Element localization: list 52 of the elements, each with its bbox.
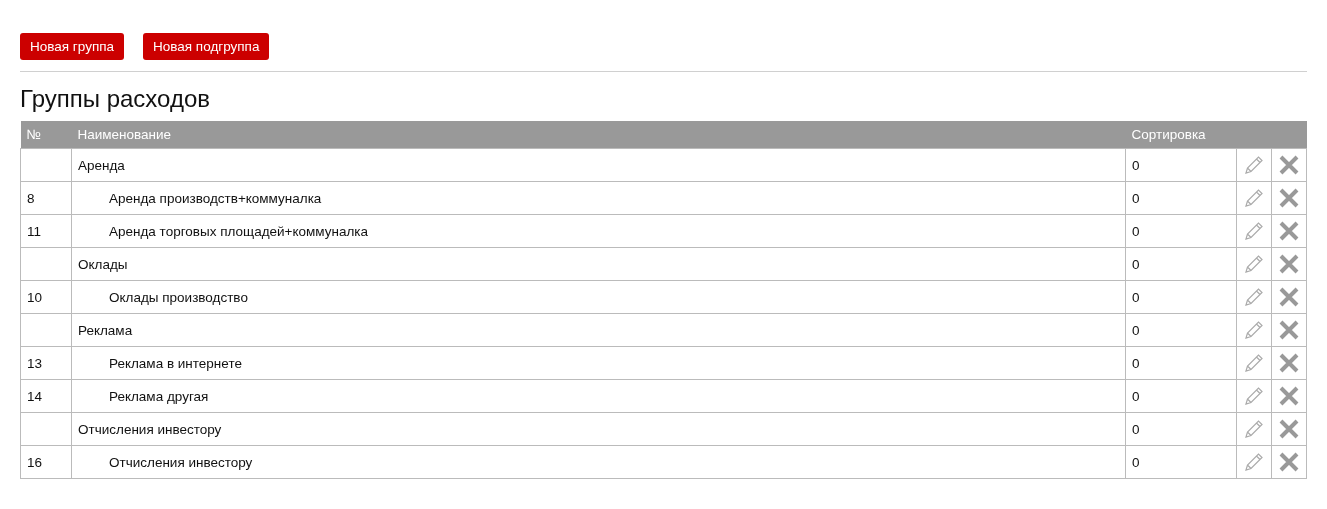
table-cell: Оклады xyxy=(71,247,1126,281)
pencil-icon[interactable] xyxy=(1243,154,1265,176)
table-cell: 0 xyxy=(1125,181,1237,215)
pencil-icon[interactable] xyxy=(1243,286,1265,308)
delete-icon[interactable] xyxy=(1278,286,1300,308)
table-cell: 11 xyxy=(20,214,72,248)
table-cell: 0 xyxy=(1125,148,1237,182)
delete-icon[interactable] xyxy=(1278,451,1300,473)
column-header: Сортировка xyxy=(1125,121,1237,149)
pencil-icon[interactable] xyxy=(1243,451,1265,473)
delete-icon[interactable] xyxy=(1278,220,1300,242)
column-header: Наименование xyxy=(71,121,1126,149)
table-cell: 0 xyxy=(1125,313,1237,347)
column-header: № xyxy=(20,121,72,149)
pencil-icon[interactable] xyxy=(1243,253,1265,275)
table-cell: 0 xyxy=(1125,247,1237,281)
table-cell: Отчисления инвестору xyxy=(71,445,1126,479)
table-cell: Реклама в интернете xyxy=(71,346,1126,380)
table-cell: 8 xyxy=(20,181,72,215)
pencil-icon[interactable] xyxy=(1243,385,1265,407)
table-cell: Отчисления инвестору xyxy=(71,412,1126,446)
pencil-icon[interactable] xyxy=(1243,220,1265,242)
delete-icon[interactable] xyxy=(1278,385,1300,407)
table-cell: 14 xyxy=(20,379,72,413)
table-cell: 0 xyxy=(1125,280,1237,314)
table-cell: 0 xyxy=(1125,445,1237,479)
table-cell: Аренда xyxy=(71,148,1126,182)
table-cell: Оклады производство xyxy=(71,280,1126,314)
delete-icon[interactable] xyxy=(1278,418,1300,440)
table-cell: 13 xyxy=(20,346,72,380)
page-title: Группы расходов xyxy=(20,85,211,113)
delete-icon[interactable] xyxy=(1278,253,1300,275)
delete-icon[interactable] xyxy=(1278,319,1300,341)
table-cell: Реклама xyxy=(71,313,1126,347)
pencil-icon[interactable] xyxy=(1243,187,1265,209)
table-cell: 0 xyxy=(1125,412,1237,446)
delete-icon[interactable] xyxy=(1278,187,1300,209)
pencil-icon[interactable] xyxy=(1243,418,1265,440)
table-cell: 0 xyxy=(1125,346,1237,380)
pencil-icon[interactable] xyxy=(1243,352,1265,374)
table-cell: Аренда производств+коммуналка xyxy=(71,181,1126,215)
table-cell: Реклама другая xyxy=(71,379,1126,413)
pencil-icon[interactable] xyxy=(1243,319,1265,341)
delete-icon[interactable] xyxy=(1278,154,1300,176)
action-button[interactable]: Новая подгруппа xyxy=(143,33,270,60)
table-cell: 0 xyxy=(1125,214,1237,248)
action-button[interactable]: Новая группа xyxy=(20,33,124,60)
table-cell: 10 xyxy=(20,280,72,314)
table-cell: Аренда торговых площадей+коммуналка xyxy=(71,214,1126,248)
delete-icon[interactable] xyxy=(1278,352,1300,374)
table-cell: 0 xyxy=(1125,379,1237,413)
table-cell: 16 xyxy=(20,445,72,479)
